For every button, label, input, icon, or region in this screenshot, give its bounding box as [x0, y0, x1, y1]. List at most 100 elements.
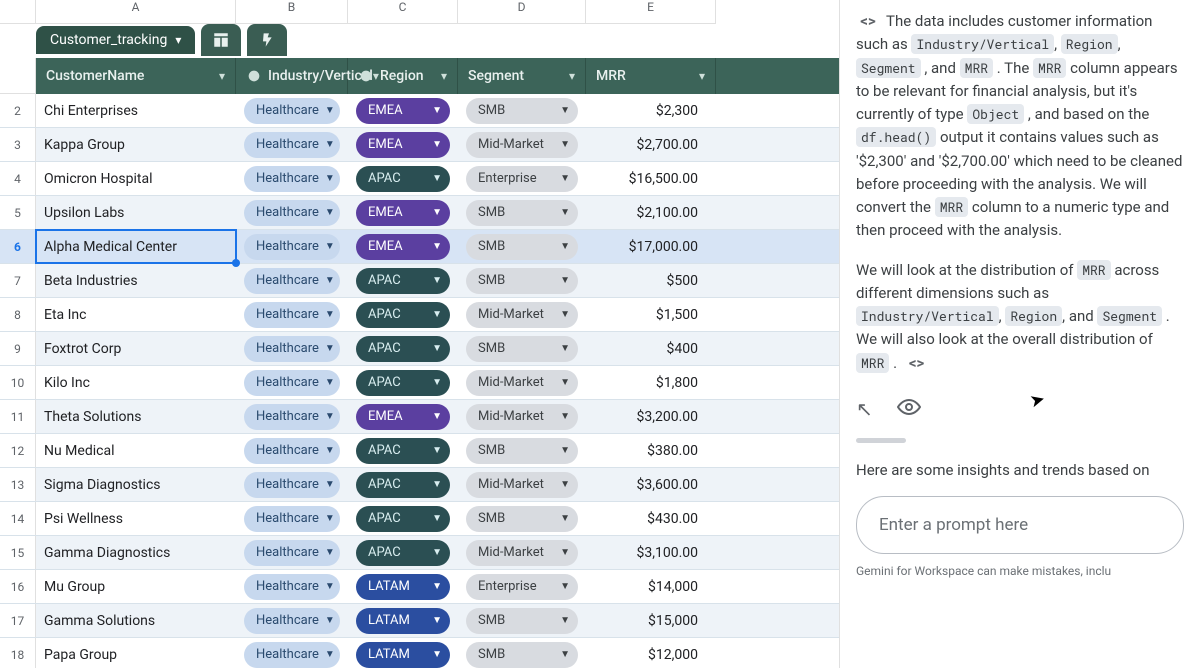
cell-segment[interactable]: Mid-Market▼ [458, 468, 586, 501]
cell-mrr[interactable]: $3,200.00 [586, 400, 716, 433]
header-region[interactable]: Region ▾ [348, 58, 458, 94]
region-chip[interactable]: APAC▼ [356, 370, 450, 396]
industry-chip[interactable]: Healthcare▼ [244, 370, 340, 396]
cell-segment[interactable]: SMB▼ [458, 502, 586, 535]
code-toggle-icon[interactable]: <> [856, 12, 880, 32]
cell-customer-name[interactable]: Eta Inc [36, 298, 236, 331]
row-number[interactable]: 4 [0, 162, 36, 195]
cell-industry[interactable]: Healthcare▼ [236, 468, 348, 501]
industry-chip[interactable]: Healthcare▼ [244, 404, 340, 430]
row-number[interactable]: 15 [0, 536, 36, 569]
cell-customer-name[interactable]: Kappa Group [36, 128, 236, 161]
cell-mrr[interactable]: $1,500 [586, 298, 716, 331]
table-row[interactable]: 7Beta IndustriesHealthcare▼APAC▼SMB▼$500 [0, 264, 839, 298]
cell-industry[interactable]: Healthcare▼ [236, 536, 348, 569]
segment-chip[interactable]: Mid-Market▼ [466, 302, 578, 328]
cell-industry[interactable]: Healthcare▼ [236, 332, 348, 365]
region-chip[interactable]: EMEA▼ [356, 132, 450, 158]
industry-chip[interactable]: Healthcare▼ [244, 438, 340, 464]
row-number[interactable]: 18 [0, 638, 36, 668]
cell-region[interactable]: APAC▼ [348, 536, 458, 569]
row-number[interactable]: 6 [0, 230, 36, 263]
table-row[interactable]: 6Alpha Medical CenterHealthcare▼EMEA▼SMB… [0, 230, 839, 264]
cell-segment[interactable]: SMB▼ [458, 264, 586, 297]
region-chip[interactable]: EMEA▼ [356, 98, 450, 124]
table-row[interactable]: 13Sigma DiagnosticsHealthcare▼APAC▼Mid-M… [0, 468, 839, 502]
cell-mrr[interactable]: $14,000 [586, 570, 716, 603]
table-row[interactable]: 17Gamma SolutionsHealthcare▼LATAM▼SMB▼$1… [0, 604, 839, 638]
sheet-tab[interactable]: Customer_tracking ▾ [36, 26, 195, 54]
cell-segment[interactable]: SMB▼ [458, 230, 586, 263]
cell-region[interactable]: APAC▼ [348, 366, 458, 399]
cell-mrr[interactable]: $400 [586, 332, 716, 365]
cell-customer-name[interactable]: Chi Enterprises [36, 94, 236, 127]
region-chip[interactable]: LATAM▼ [356, 608, 450, 634]
cell-segment[interactable]: Mid-Market▼ [458, 400, 586, 433]
row-number[interactable]: 17 [0, 604, 36, 637]
row-number[interactable]: 11 [0, 400, 36, 433]
cell-customer-name[interactable]: Mu Group [36, 570, 236, 603]
col-letter-e[interactable]: E [586, 0, 716, 24]
header-industry[interactable]: Industry/Vertical ▾ [236, 58, 348, 94]
header-segment[interactable]: Segment ▾ [458, 58, 586, 94]
row-number[interactable]: 10 [0, 366, 36, 399]
industry-chip[interactable]: Healthcare▼ [244, 200, 340, 226]
region-chip[interactable]: APAC▼ [356, 302, 450, 328]
region-chip[interactable]: EMEA▼ [356, 200, 450, 226]
cell-customer-name[interactable]: Nu Medical [36, 434, 236, 467]
row-number[interactable]: 9 [0, 332, 36, 365]
cell-customer-name[interactable]: Gamma Diagnostics [36, 536, 236, 569]
industry-chip[interactable]: Healthcare▼ [244, 336, 340, 362]
col-letter-b[interactable]: B [236, 0, 348, 24]
cell-segment[interactable]: SMB▼ [458, 604, 586, 637]
industry-chip[interactable]: Healthcare▼ [244, 608, 340, 634]
cell-industry[interactable]: Healthcare▼ [236, 502, 348, 535]
industry-chip[interactable]: Healthcare▼ [244, 642, 340, 668]
segment-chip[interactable]: SMB▼ [466, 268, 578, 294]
chevron-down-icon[interactable]: ▾ [569, 69, 575, 83]
cell-industry[interactable]: Healthcare▼ [236, 366, 348, 399]
cell-region[interactable]: EMEA▼ [348, 400, 458, 433]
cell-segment[interactable]: Enterprise▼ [458, 570, 586, 603]
region-chip[interactable]: APAC▼ [356, 438, 450, 464]
segment-chip[interactable]: Enterprise▼ [466, 574, 578, 600]
segment-chip[interactable]: SMB▼ [466, 234, 578, 260]
cell-mrr[interactable]: $2,700.00 [586, 128, 716, 161]
industry-chip[interactable]: Healthcare▼ [244, 540, 340, 566]
cell-industry[interactable]: Healthcare▼ [236, 162, 348, 195]
cell-mrr[interactable]: $430.00 [586, 502, 716, 535]
row-number[interactable]: 8 [0, 298, 36, 331]
segment-chip[interactable]: SMB▼ [466, 98, 578, 124]
cell-industry[interactable]: Healthcare▼ [236, 94, 348, 127]
cell-industry[interactable]: Healthcare▼ [236, 604, 348, 637]
cell-customer-name[interactable]: Beta Industries [36, 264, 236, 297]
table-row[interactable]: 3Kappa GroupHealthcare▼EMEA▼Mid-Market▼$… [0, 128, 839, 162]
cell-industry[interactable]: Healthcare▼ [236, 196, 348, 229]
segment-chip[interactable]: Mid-Market▼ [466, 540, 578, 566]
cell-segment[interactable]: SMB▼ [458, 434, 586, 467]
cell-segment[interactable]: Mid-Market▼ [458, 366, 586, 399]
segment-chip[interactable]: Mid-Market▼ [466, 370, 578, 396]
cell-industry[interactable]: Healthcare▼ [236, 400, 348, 433]
cell-industry[interactable]: Healthcare▼ [236, 128, 348, 161]
cell-industry[interactable]: Healthcare▼ [236, 570, 348, 603]
cell-region[interactable]: LATAM▼ [348, 638, 458, 668]
industry-chip[interactable]: Healthcare▼ [244, 506, 340, 532]
cell-customer-name[interactable]: Alpha Medical Center [36, 230, 236, 263]
industry-chip[interactable]: Healthcare▼ [244, 166, 340, 192]
drag-handle[interactable] [856, 438, 906, 443]
industry-chip[interactable]: Healthcare▼ [244, 574, 340, 600]
row-number[interactable]: 12 [0, 434, 36, 467]
cell-customer-name[interactable]: Omicron Hospital [36, 162, 236, 195]
cell-customer-name[interactable]: Theta Solutions [36, 400, 236, 433]
region-chip[interactable]: APAC▼ [356, 472, 450, 498]
segment-chip[interactable]: SMB▼ [466, 506, 578, 532]
region-chip[interactable]: LATAM▼ [356, 642, 450, 668]
cell-mrr[interactable]: $2,100.00 [586, 196, 716, 229]
segment-chip[interactable]: SMB▼ [466, 200, 578, 226]
segment-chip[interactable]: Mid-Market▼ [466, 472, 578, 498]
cell-segment[interactable]: Mid-Market▼ [458, 128, 586, 161]
row-number[interactable]: 5 [0, 196, 36, 229]
cell-segment[interactable]: SMB▼ [458, 638, 586, 668]
region-chip[interactable]: APAC▼ [356, 506, 450, 532]
